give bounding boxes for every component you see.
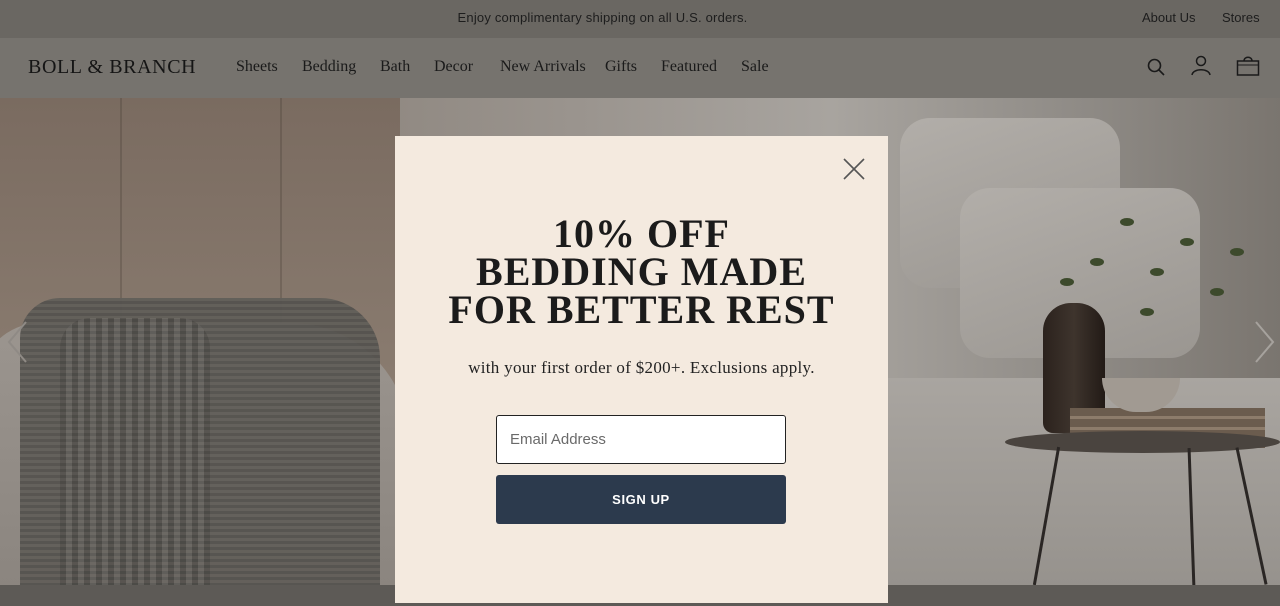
headline-line: 10% OFF — [553, 211, 730, 256]
about-us-link[interactable]: About Us — [1142, 10, 1195, 25]
bag-icon[interactable] — [1236, 55, 1260, 82]
nav-item-gifts[interactable]: Gifts — [605, 58, 637, 76]
chevron-right-icon[interactable] — [1252, 320, 1276, 369]
hero-leaf — [1140, 308, 1154, 316]
hero-leaf — [1060, 278, 1074, 286]
close-icon[interactable] — [841, 156, 867, 182]
hero-throw-folds — [60, 318, 210, 585]
nav-item-sale[interactable]: Sale — [741, 58, 769, 76]
search-icon[interactable] — [1146, 57, 1166, 82]
hero-leaf — [1090, 258, 1104, 266]
nav-item-bath[interactable]: Bath — [380, 58, 410, 76]
modal-subtext: with your first order of $200+. Exclusio… — [468, 358, 815, 377]
hero-leaf — [1120, 218, 1134, 226]
nav-item-featured[interactable]: Featured — [661, 58, 717, 76]
nav-item-bedding[interactable]: Bedding — [302, 58, 356, 76]
nav-item-new-arrivals[interactable]: New Arrivals — [500, 58, 586, 76]
headline-line: FOR BETTER REST — [448, 287, 835, 332]
brand-logo[interactable]: BOLL & BRANCH — [28, 56, 196, 79]
nav-item-sheets[interactable]: Sheets — [236, 58, 278, 76]
site-header: BOLL & BRANCH Sheets Bedding Bath Decor … — [0, 38, 1280, 98]
hero-leaf — [1230, 248, 1244, 256]
shipping-promo-text: Enjoy complimentary shipping on all U.S.… — [457, 10, 748, 25]
nav-item-decor[interactable]: Decor — [434, 58, 473, 76]
signup-modal: 10% OFF BEDDING MADE FOR BETTER REST wit… — [395, 136, 888, 603]
sign-up-button[interactable]: SIGN UP — [496, 475, 786, 524]
announcement-bar: Enjoy complimentary shipping on all U.S.… — [0, 0, 1280, 38]
headline-line: BEDDING MADE — [476, 249, 807, 294]
chevron-left-icon[interactable] — [6, 320, 30, 369]
hero-leaf — [1180, 238, 1194, 246]
account-icon[interactable] — [1190, 54, 1212, 81]
hero-leaf — [1150, 268, 1164, 276]
hero-leaf — [1210, 288, 1224, 296]
modal-headline: 10% OFF BEDDING MADE FOR BETTER REST — [395, 211, 888, 332]
email-field[interactable] — [496, 415, 786, 464]
stores-link[interactable]: Stores — [1222, 10, 1260, 25]
